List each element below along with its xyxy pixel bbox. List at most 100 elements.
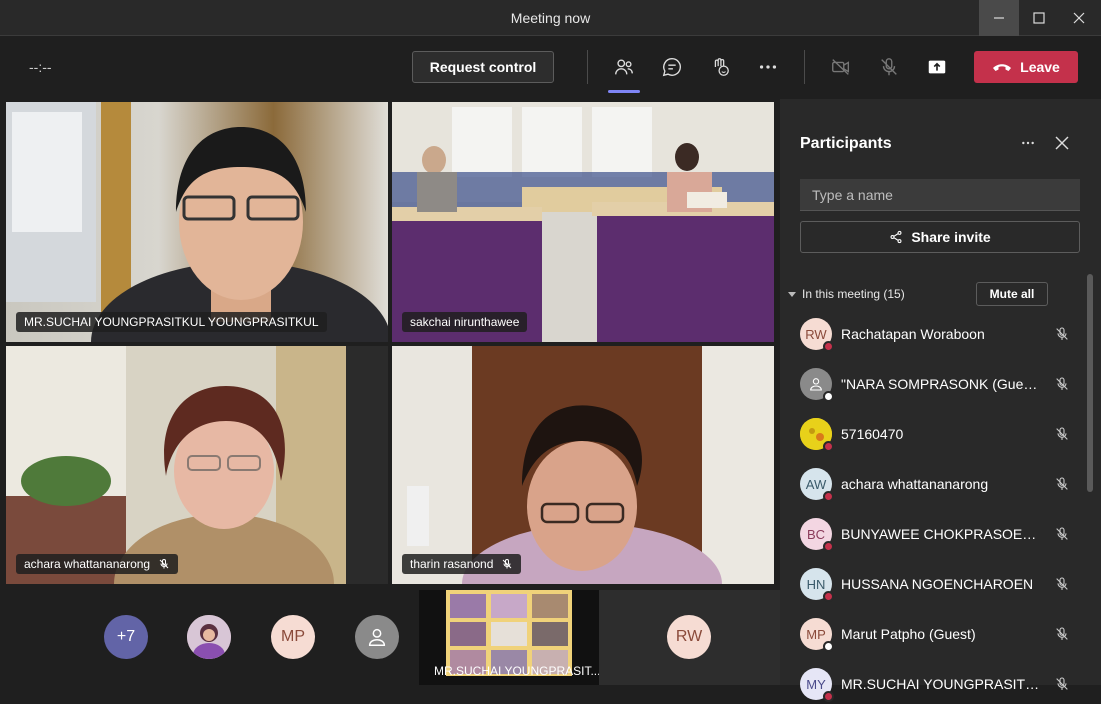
- leave-label: Leave: [1020, 59, 1060, 75]
- camera-button[interactable]: [825, 51, 857, 83]
- request-control-button[interactable]: Request control: [412, 51, 554, 83]
- avatar-initials: MY: [806, 676, 826, 692]
- participant-name-label: tharin rasanond: [402, 554, 522, 574]
- avatar: HN: [800, 568, 834, 602]
- panel-more-button[interactable]: [1020, 135, 1036, 156]
- meeting-toolbar: --:-- Request control Leave: [0, 37, 1101, 99]
- more-icon: [1022, 141, 1034, 145]
- window-title: Meeting now: [510, 9, 591, 26]
- microphone-button[interactable]: [873, 51, 905, 83]
- presence-status-dot: [823, 391, 834, 402]
- share-invite-label: Share invite: [911, 229, 991, 245]
- participant-search-input[interactable]: [800, 179, 1080, 211]
- participant-name: Rachatapan Woraboon: [841, 326, 985, 342]
- participant-row[interactable]: AW achara whattananarong: [800, 464, 1070, 504]
- participant-row[interactable]: RW Rachatapan Woraboon: [800, 314, 1070, 354]
- avatar[interactable]: [187, 615, 231, 659]
- participant-row[interactable]: "NARA SOMPRASONK (Guest)": [800, 364, 1070, 404]
- title-bar: Meeting now: [0, 0, 1101, 36]
- participant-name: MR.SUCHAI YOUNGPRASITKUL YOUNGPRASITKUL: [24, 315, 319, 329]
- mic-off-icon: [159, 559, 169, 569]
- panel-scrollbar[interactable]: [1087, 274, 1093, 492]
- in-meeting-section-toggle[interactable]: In this meeting (15): [788, 287, 905, 301]
- participant-video: [6, 102, 388, 342]
- mute-all-button[interactable]: Mute all: [976, 282, 1048, 306]
- chat-icon: [662, 58, 681, 77]
- presence-status-dot: [823, 541, 834, 552]
- mic-off-icon[interactable]: [1054, 476, 1070, 492]
- avatar: [800, 418, 834, 452]
- avatar: MY: [800, 668, 834, 702]
- mic-off-icon[interactable]: [1054, 526, 1070, 542]
- mic-off-icon[interactable]: [1054, 376, 1070, 392]
- avatar-initials: BC: [806, 526, 826, 542]
- mic-off-icon[interactable]: [1054, 326, 1070, 342]
- avatar: RW: [667, 615, 711, 659]
- participant-row[interactable]: HN HUSSANA NGOENCHAROEN: [800, 564, 1070, 604]
- participant-name: sakchai nirunthawee: [410, 315, 520, 329]
- avatar: MP: [800, 618, 834, 652]
- video-tile[interactable]: sakchai nirunthawee: [392, 102, 774, 342]
- avatar-initials: HN: [806, 576, 826, 592]
- person-icon: [368, 628, 386, 646]
- share-invite-button[interactable]: Share invite: [800, 221, 1080, 253]
- minimize-button[interactable]: [979, 0, 1019, 36]
- maximize-icon: [1033, 12, 1045, 24]
- avatar: BC: [800, 518, 834, 552]
- more-icon: [759, 65, 777, 69]
- toolbar-divider: [587, 50, 588, 84]
- participant-name: HUSSANA NGOENCHAROEN: [841, 576, 1034, 592]
- more-options-button[interactable]: [752, 51, 784, 83]
- profile-photo: [187, 615, 231, 659]
- overflow-participants-button[interactable]: +7: [104, 615, 148, 659]
- chevron-down-icon: [788, 292, 796, 297]
- participant-name: achara whattananarong: [841, 476, 989, 492]
- share-screen-icon: [928, 60, 946, 74]
- avatar: AW: [800, 468, 834, 502]
- close-window-button[interactable]: [1059, 0, 1099, 36]
- video-tile[interactable]: RW: [599, 590, 780, 685]
- camera-off-icon: [832, 59, 850, 75]
- video-tile[interactable]: achara whattananarong: [6, 346, 388, 584]
- participant-video: [6, 346, 388, 584]
- maximize-button[interactable]: [1019, 0, 1059, 36]
- participants-panel: Participants Share invite In this meetin…: [780, 99, 1101, 702]
- leave-button[interactable]: Leave: [974, 51, 1078, 83]
- video-tile[interactable]: MR.SUCHAI YOUNGPRASITKUL YOUNGPRASITKUL: [6, 102, 388, 342]
- presence-status-dot: [823, 341, 834, 352]
- participant-name: tharin rasanond: [410, 557, 494, 571]
- chat-button[interactable]: [656, 51, 688, 83]
- mic-off-icon[interactable]: [1054, 576, 1070, 592]
- participant-video: [392, 102, 774, 342]
- share-screen-button[interactable]: [921, 51, 953, 83]
- video-tile[interactable]: tharin rasanond: [392, 346, 774, 584]
- mic-off-icon: [503, 559, 512, 569]
- mic-off-icon: [881, 58, 897, 76]
- share-icon: [890, 230, 902, 244]
- shared-content-tile[interactable]: MR.SUCHAI YOUNGPRASIT...: [419, 590, 600, 685]
- raise-hand-icon: [714, 58, 729, 76]
- avatar[interactable]: MP: [271, 615, 315, 659]
- people-icon: [615, 59, 633, 75]
- participant-name-label: MR.SUCHAI YOUNGPRASITKUL YOUNGPRASITKUL: [16, 312, 327, 332]
- panel-close-button[interactable]: [1055, 136, 1069, 155]
- mic-off-icon[interactable]: [1054, 426, 1070, 442]
- reactions-button[interactable]: [704, 51, 736, 83]
- avatar-initials: AW: [805, 476, 827, 492]
- presence-status-dot: [823, 691, 834, 702]
- avatar-initials: RW: [805, 326, 827, 342]
- panel-title: Participants: [800, 135, 892, 152]
- presence-status-dot: [823, 591, 834, 602]
- mic-off-icon[interactable]: [1054, 626, 1070, 642]
- mic-off-icon[interactable]: [1054, 676, 1070, 692]
- avatar[interactable]: [355, 615, 399, 659]
- participant-row[interactable]: MY MR.SUCHAI YOUNGPRASITK...: [800, 664, 1070, 704]
- avatar: RW: [800, 318, 834, 352]
- participant-row[interactable]: 57160470: [800, 414, 1070, 454]
- avatar-initials: MP: [806, 626, 826, 642]
- participant-row[interactable]: BC BUNYAWEE CHOKPRASOETS...: [800, 514, 1070, 554]
- participant-row[interactable]: MP Marut Patpho (Guest): [800, 614, 1070, 654]
- hang-up-icon: [993, 64, 1012, 71]
- participant-name-label: achara whattananarong: [16, 554, 179, 574]
- participants-button[interactable]: [608, 51, 640, 93]
